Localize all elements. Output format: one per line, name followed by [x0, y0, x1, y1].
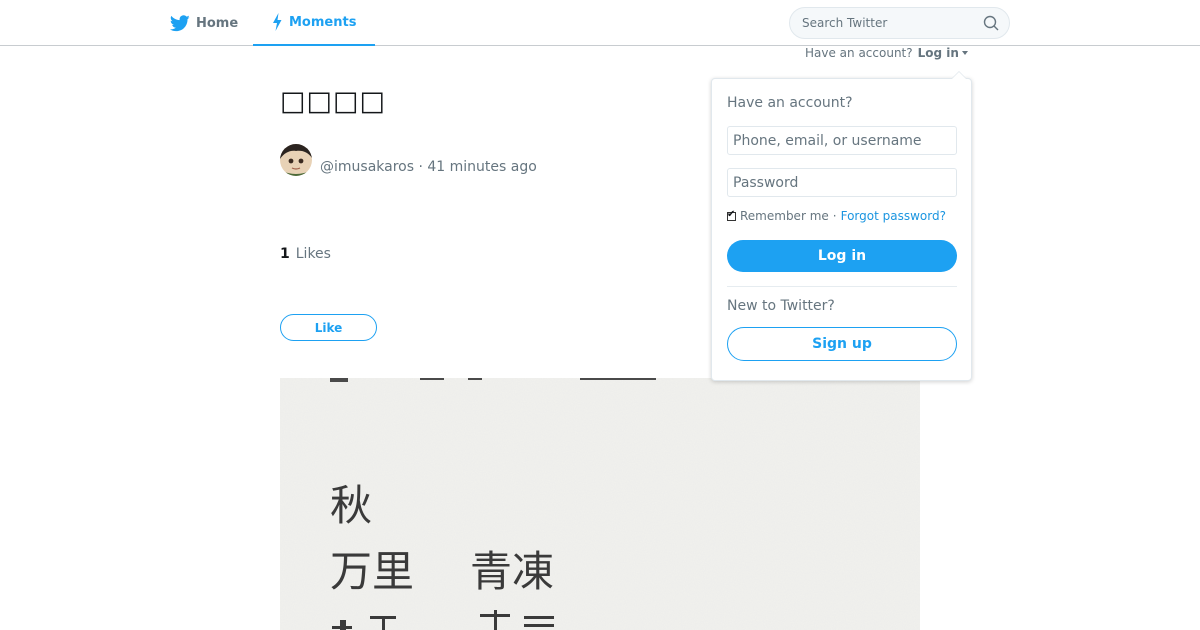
likes-stat: 1 Likes: [280, 246, 331, 262]
author-handle[interactable]: @imusakaros: [320, 159, 414, 175]
caret-down-icon: [961, 51, 968, 55]
login-toggle-label: Log in: [917, 46, 959, 60]
search-icon[interactable]: [983, 15, 999, 31]
image-text-line: 秋: [330, 481, 373, 530]
remember-row: Remember me · Forgot password?: [727, 209, 946, 223]
remember-separator: ·: [832, 209, 837, 223]
divider: [727, 286, 957, 287]
likes-count: 1: [280, 246, 290, 262]
avatar[interactable]: [280, 144, 312, 176]
login-button[interactable]: Log in: [727, 240, 957, 272]
login-dropdown-toggle[interactable]: Log in: [918, 46, 968, 60]
account-prompt: Have an account? Log in: [805, 45, 968, 61]
lightning-icon: [273, 13, 282, 31]
image-text-line: 万里: [330, 547, 415, 596]
nav-home[interactable]: Home: [170, 0, 238, 46]
moment-byline: @imusakaros · 41 minutes ago: [320, 159, 537, 175]
twitter-bird-icon: [170, 14, 190, 31]
search-input[interactable]: [802, 14, 972, 32]
top-navigation: Home Moments: [0, 0, 1200, 46]
moment-image: 秋 万里 青凍: [280, 378, 920, 630]
image-text-line: 青凍: [470, 547, 555, 596]
login-heading: Have an account?: [727, 95, 853, 111]
remember-me-checkbox[interactable]: [727, 209, 736, 221]
signup-button[interactable]: Sign up: [727, 327, 957, 361]
byline-separator: ·: [418, 159, 423, 175]
signup-heading: New to Twitter?: [727, 298, 835, 314]
forgot-password-link[interactable]: Forgot password?: [841, 209, 946, 223]
login-dropdown: Have an account? Remember me · Forgot pa…: [711, 71, 972, 381]
remember-me-label[interactable]: Remember me: [740, 209, 829, 223]
like-button[interactable]: Like: [280, 314, 377, 341]
nav-moments-label: Moments: [289, 14, 357, 30]
password-field[interactable]: [727, 168, 957, 197]
username-field[interactable]: [727, 126, 957, 155]
likes-label: Likes: [295, 246, 331, 262]
nav-moments[interactable]: Moments: [253, 0, 375, 46]
account-prompt-text: Have an account?: [805, 46, 913, 60]
image-text-partial: [332, 610, 554, 630]
nav-home-label: Home: [196, 15, 239, 31]
search-box: [789, 7, 1010, 39]
moment-title: □□□□: [280, 86, 387, 117]
timestamp: 41 minutes ago: [427, 159, 537, 175]
